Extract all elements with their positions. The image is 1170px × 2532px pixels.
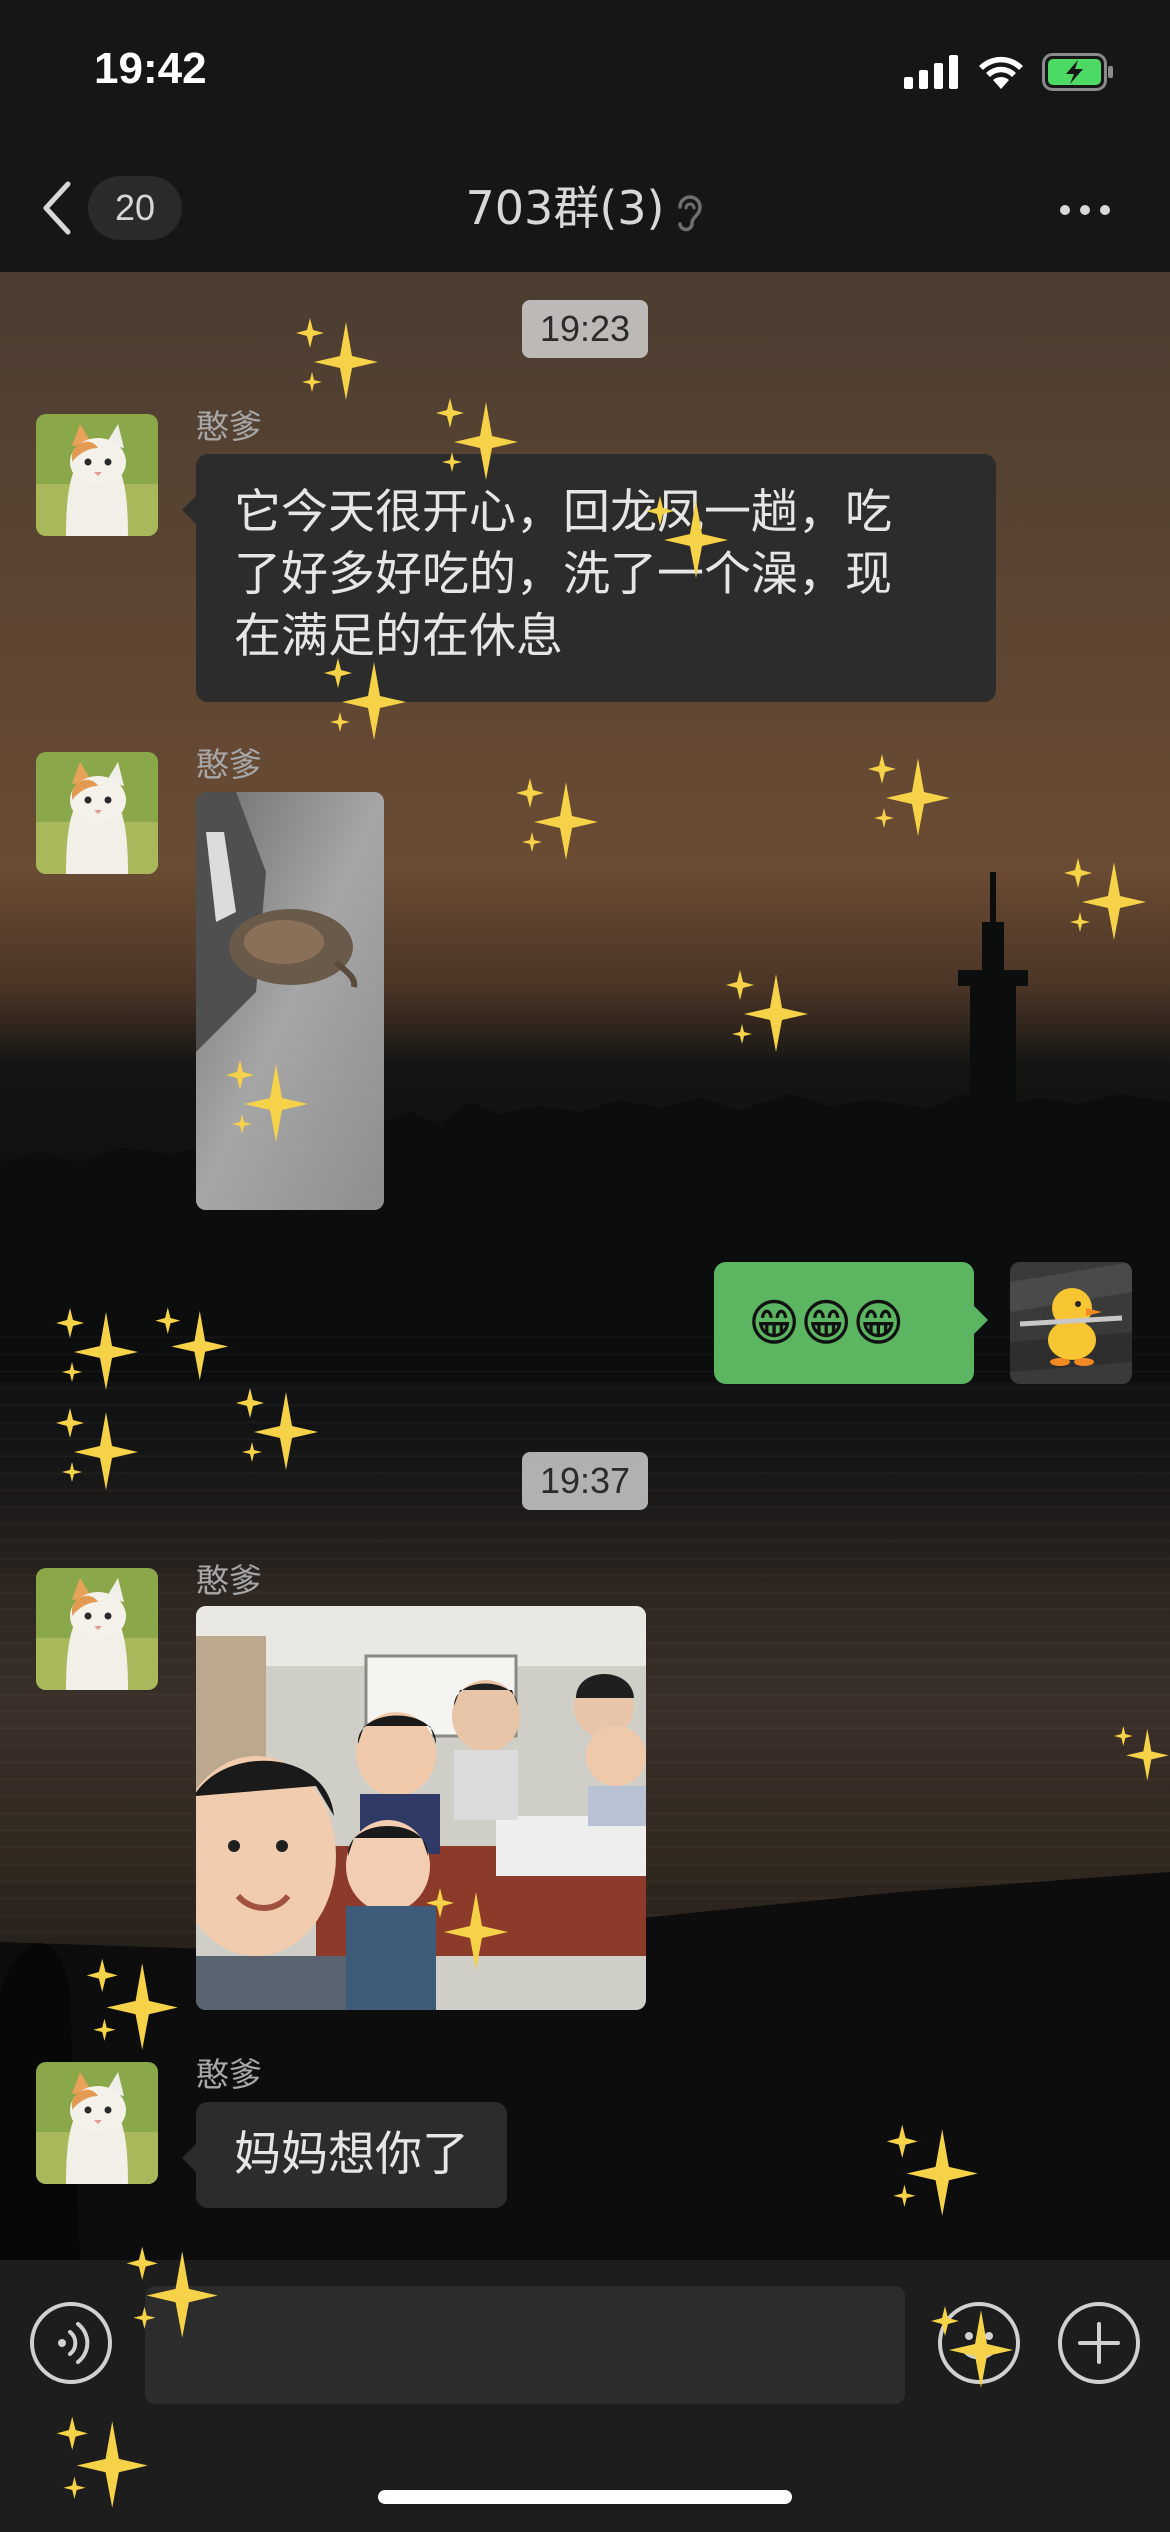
sparkle-icon (886, 2124, 978, 2216)
message-text: 😁😁😁 (748, 1294, 905, 1352)
voice-input-button[interactable] (30, 2302, 112, 2384)
chat-message-list[interactable]: 19:23 憨爹 它今天很开心，回龙凤一趟，吃 了好多好吃的，洗了一个澡，现 在… (0, 272, 1170, 2260)
chat-title: 703群(3) (0, 178, 1170, 238)
timestamp-text: 19:37 (521, 1452, 649, 1510)
duck-avatar-image (1010, 1262, 1132, 1384)
sparkle-icon (426, 1888, 508, 1970)
chat-title-text: 703群(3) (465, 181, 665, 235)
chat-screen: 19:42 20 703群(3) 19:23 憨爹 它今天很开心，回龙凤一趟，吃… (0, 0, 1170, 2532)
timestamp-text: 19:23 (521, 300, 649, 358)
avatar[interactable] (36, 1568, 158, 1690)
sparkle-icon (868, 754, 950, 836)
more-dot-icon (1080, 205, 1090, 215)
cat-avatar-image (36, 1568, 158, 1690)
wifi-icon (979, 56, 1023, 89)
sender-name: 憨爹 (196, 2055, 262, 2094)
sparkle-icon (436, 398, 518, 480)
sparkle-icon (56, 2416, 148, 2508)
cat-avatar-image (36, 752, 158, 874)
home-indicator[interactable] (378, 2490, 792, 2504)
voice-icon (58, 2322, 90, 2364)
sparkle-icon (646, 496, 728, 578)
image-message[interactable] (196, 792, 384, 1210)
more-options-button[interactable] (1040, 180, 1130, 240)
sparkle-icon (155, 1307, 229, 1381)
status-bar: 19:42 (0, 0, 1170, 150)
my-avatar[interactable] (1010, 1262, 1132, 1384)
sparkle-icon (236, 1388, 318, 1470)
nav-bar: 20 703群(3) (0, 150, 1170, 272)
sparkle-icon (931, 2306, 1013, 2388)
avatar[interactable] (36, 414, 158, 536)
sparkle-icon (296, 318, 378, 400)
incoming-message-bubble[interactable]: 它今天很开心，回龙凤一趟，吃 了好多好吃的，洗了一个澡，现 在满足的在休息 (182, 454, 996, 702)
outgoing-message-bubble[interactable]: 😁😁😁 (714, 1262, 988, 1384)
more-functions-button[interactable] (1058, 2302, 1140, 2384)
sparkle-icon (1064, 858, 1146, 940)
sparkle-icon (56, 1408, 138, 1490)
timestamp: 19:23 (0, 300, 1170, 358)
status-time: 19:42 (94, 44, 207, 93)
sender-name: 憨爹 (196, 745, 262, 784)
timestamp: 19:37 (0, 1452, 1170, 1510)
message-input[interactable] (145, 2286, 905, 2404)
earpiece-mode-icon (678, 194, 703, 231)
more-dot-icon (1100, 205, 1110, 215)
cat-avatar-image (36, 2062, 158, 2184)
incoming-message-bubble[interactable]: 妈妈想你了 (182, 2102, 507, 2208)
avatar[interactable] (36, 2062, 158, 2184)
message-text-line: 了好多好吃的，洗了一个澡，现 (234, 547, 892, 602)
cat-sleeping-photo (196, 792, 384, 1210)
message-text-line: 它今天很开心，回龙凤一趟，吃 (234, 485, 892, 540)
more-dot-icon (1060, 205, 1070, 215)
sparkle-icon (1114, 1726, 1169, 1781)
sparkle-icon (324, 658, 406, 740)
plus-icon (1078, 2322, 1120, 2364)
avatar[interactable] (36, 752, 158, 874)
status-icons (904, 52, 1114, 92)
sender-name: 憨爹 (196, 1561, 262, 1600)
sparkle-icon (56, 1308, 138, 1390)
sparkle-icon (226, 1060, 308, 1142)
sender-name: 憨爹 (196, 407, 262, 446)
cellular-signal-icon (904, 55, 958, 89)
sparkle-icon (726, 970, 808, 1052)
message-text: 妈妈想你了 (234, 2127, 469, 2182)
battery-charging-icon (1042, 53, 1113, 91)
sparkle-icon (86, 1958, 178, 2050)
sparkle-icon (516, 778, 598, 860)
cat-avatar-image (36, 414, 158, 536)
sparkle-icon (126, 2246, 218, 2338)
